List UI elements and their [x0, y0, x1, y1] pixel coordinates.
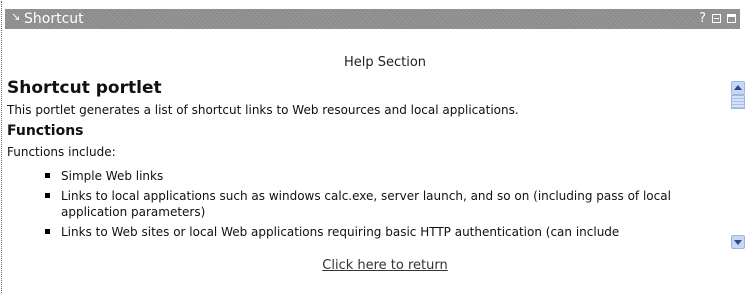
menu-arrow-icon[interactable]: ↘ — [11, 10, 20, 23]
help-section-heading: Help Section — [343, 55, 427, 70]
minimize-icon[interactable] — [712, 14, 721, 23]
vertical-scrollbar[interactable] — [731, 81, 745, 251]
maximize-icon[interactable] — [727, 14, 736, 23]
list-item: Links to local applications such as wind… — [7, 188, 722, 220]
scrollbar-thumb[interactable] — [731, 95, 745, 109]
portlet-titlebar: ↘ Shortcut ? — [5, 9, 740, 29]
functions-intro: Functions include: — [7, 145, 116, 159]
scroll-down-button[interactable] — [731, 235, 745, 249]
list-item: Links to Web sites or local Web applicat… — [7, 224, 722, 240]
help-content: Shortcut portlet This portlet generates … — [7, 78, 722, 244]
list-item: Simple Web links — [7, 168, 722, 184]
chevron-up-icon — [734, 85, 742, 90]
help-icon[interactable]: ? — [699, 11, 706, 26]
portlet-title: Shortcut — [24, 11, 84, 27]
help-title: Shortcut portlet — [7, 78, 162, 98]
help-description: This portlet generates a list of shortcu… — [7, 103, 519, 117]
window-controls: ? — [699, 11, 736, 26]
functions-list: Simple Web links Links to local applicat… — [7, 168, 722, 240]
scroll-up-button[interactable] — [731, 81, 745, 95]
return-link[interactable]: Click here to return — [0, 258, 745, 273]
functions-heading: Functions — [7, 123, 84, 139]
chevron-down-icon — [734, 240, 742, 245]
